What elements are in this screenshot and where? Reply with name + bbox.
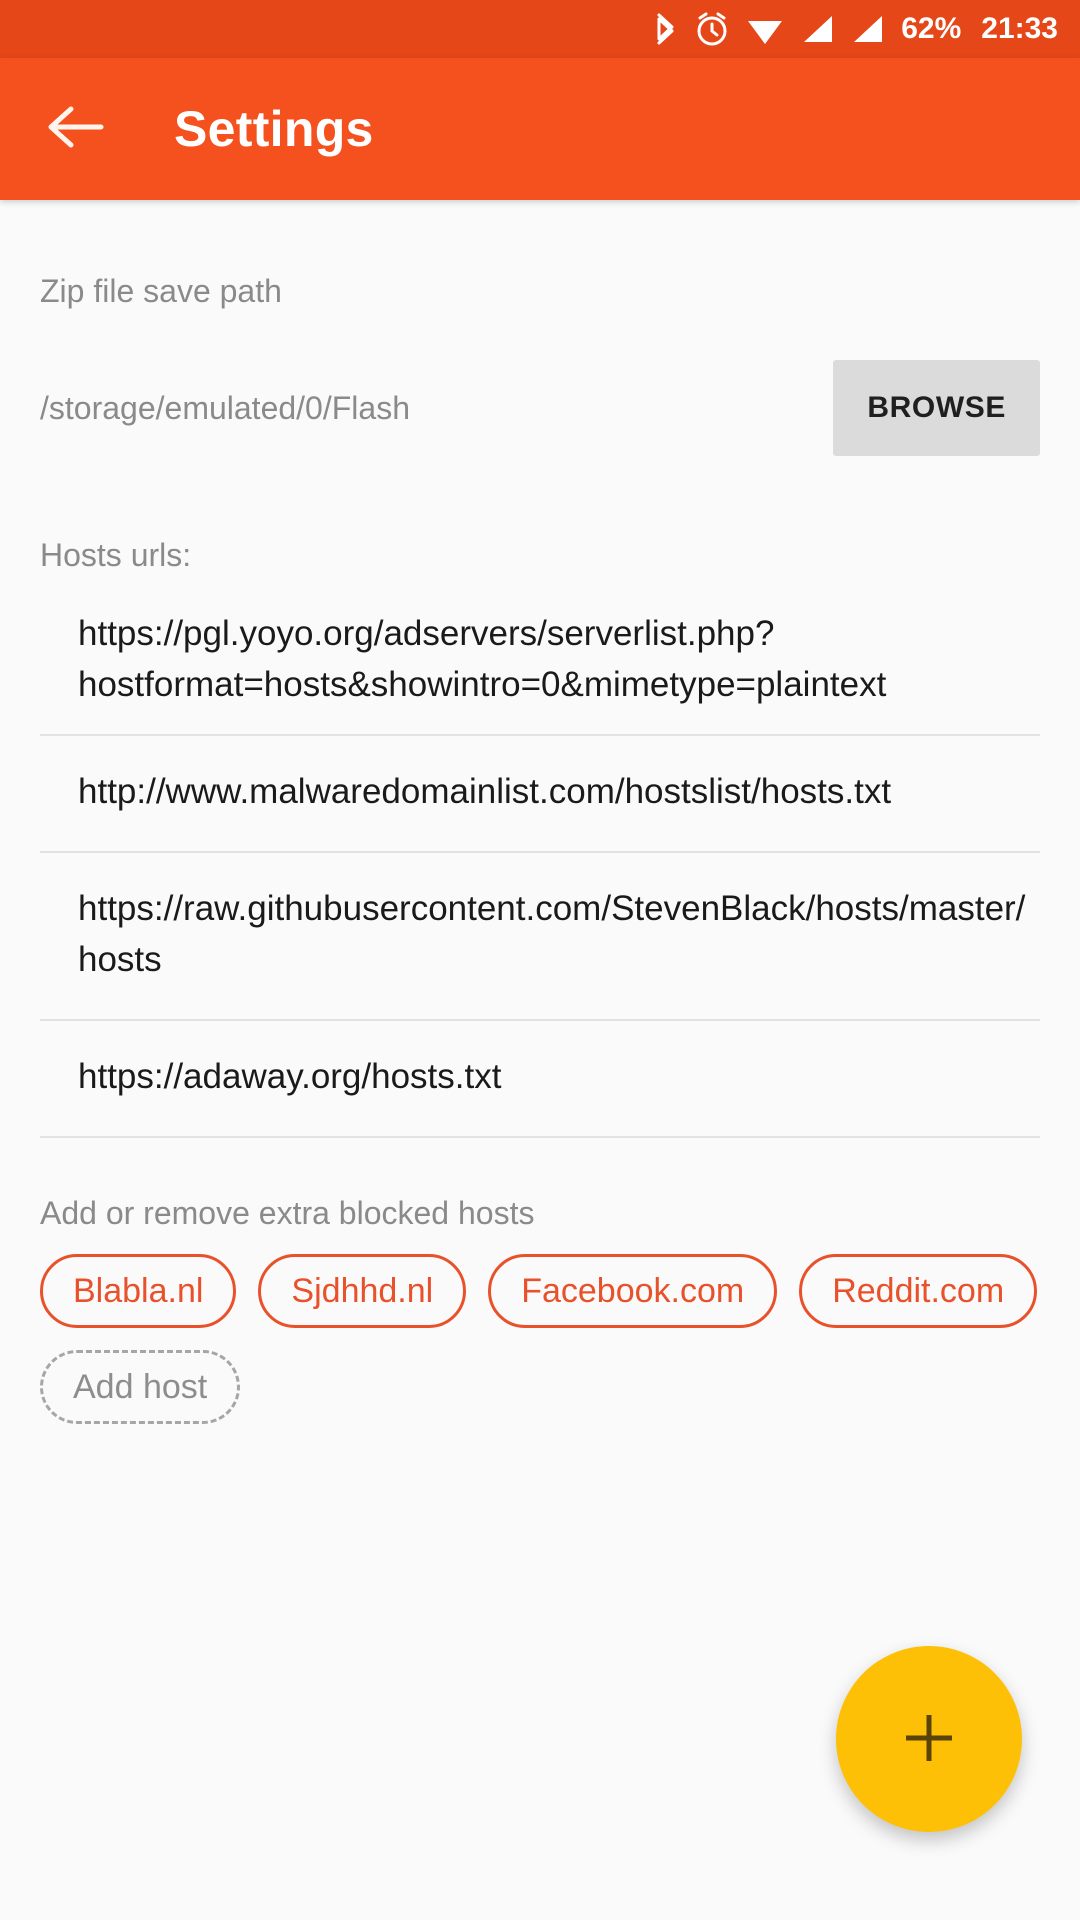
list-item[interactable]: http://www.malwaredomainlist.com/hostsli… (40, 736, 1040, 853)
host-chip-sjdhhd[interactable]: Sjdhhd.nl (258, 1254, 467, 1328)
list-item[interactable]: https://raw.githubusercontent.com/Steven… (40, 853, 1040, 1021)
hosts-url-list: https://pgl.yoyo.org/adservers/serverlis… (40, 586, 1040, 1138)
list-item[interactable]: https://adaway.org/hosts.txt (40, 1021, 1040, 1138)
wifi-icon (745, 9, 785, 49)
status-bar: 62% 21:33 (0, 0, 1080, 58)
signal-icon (799, 9, 835, 49)
browse-button[interactable]: BROWSE (833, 360, 1040, 456)
battery-percentage: 62% (901, 12, 962, 45)
bluetooth-icon (653, 9, 679, 49)
blocked-hosts-label: Add or remove extra blocked hosts (40, 1195, 535, 1231)
list-item[interactable]: https://pgl.yoyo.org/adservers/serverlis… (40, 586, 1040, 736)
page-title: Settings (174, 101, 374, 157)
host-chip-blabla[interactable]: Blabla.nl (40, 1254, 237, 1328)
app-bar: Settings (0, 58, 1080, 200)
host-chip-reddit[interactable]: Reddit.com (799, 1254, 1038, 1328)
hosts-urls-label: Hosts urls: (40, 537, 192, 573)
alarm-icon (693, 9, 731, 49)
settings-content: Zip file save path /storage/emulated/0/F… (0, 272, 1080, 1424)
add-host-chip[interactable]: Add host (40, 1350, 241, 1424)
signal-icon (849, 9, 885, 49)
plus-icon (898, 1707, 960, 1772)
add-floating-action-button[interactable] (836, 1646, 1022, 1832)
host-chip-facebook[interactable]: Facebook.com (488, 1254, 778, 1328)
blocked-hosts-chip-row: Blabla.nl Sjdhhd.nl Facebook.com Reddit.… (40, 1254, 1040, 1424)
back-arrow-icon (47, 104, 105, 155)
status-bar-clock: 21:33 (981, 12, 1058, 45)
zip-path-row: /storage/emulated/0/Flash BROWSE (40, 360, 1040, 456)
back-button[interactable] (44, 97, 108, 161)
zip-path-value: /storage/emulated/0/Flash (40, 390, 410, 426)
settings-screen: 62% 21:33 Settings Zip file save path /s… (0, 0, 1080, 1920)
zip-path-label: Zip file save path (40, 273, 282, 309)
